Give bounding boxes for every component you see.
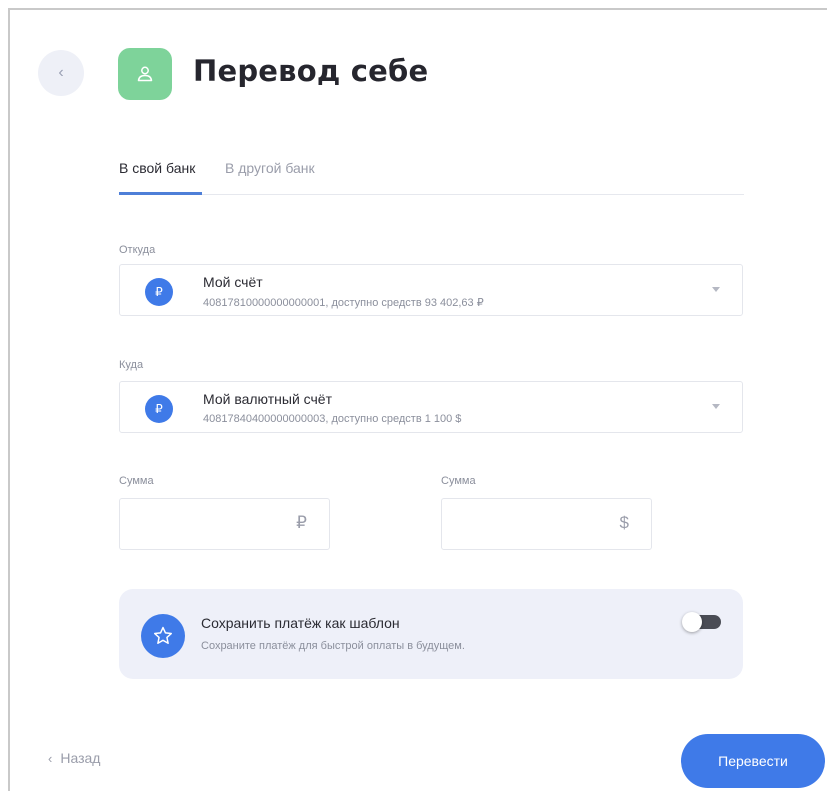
tab-own-bank[interactable]: В свой банк: [119, 160, 195, 176]
active-tab-indicator: [119, 192, 202, 195]
chevron-down-icon: [712, 287, 720, 292]
from-label: Откуда: [119, 244, 156, 256]
back-link-label: Назад: [60, 750, 101, 766]
chevron-down-icon: [712, 404, 720, 409]
tab-bar: В свой банк В другой банк: [119, 158, 744, 195]
toggle-knob: [682, 612, 702, 632]
to-label: Куда: [119, 359, 144, 371]
amount-rub-label: Сумма: [119, 475, 154, 487]
to-account-detail: 40817840400000000003, доступно средств 1…: [203, 413, 462, 425]
to-account-select[interactable]: ₽ Мой валютный счёт 40817840400000000003…: [119, 381, 743, 433]
app-window: ‹ Перевод себе В свой банк В другой банк…: [8, 8, 827, 791]
page-title: Перевод себе: [193, 54, 429, 88]
back-link[interactable]: ‹ Назад: [48, 750, 100, 766]
dollar-sign: $: [619, 513, 629, 532]
tab-other-bank[interactable]: В другой банк: [225, 160, 315, 176]
amount-rub-input[interactable]: ₽: [119, 498, 330, 550]
star-icon: [154, 626, 172, 644]
star-badge: [141, 614, 185, 658]
ruble-account-icon: ₽: [145, 278, 173, 306]
amount-usd-input[interactable]: $: [441, 498, 652, 550]
save-template-title: Сохранить платёж как шаблон: [201, 615, 400, 631]
title-badge: [118, 48, 172, 100]
chevron-left-icon: ‹: [58, 64, 64, 81]
chevron-left-icon: ‹: [48, 751, 53, 766]
from-account-name: Мой счёт: [203, 274, 263, 290]
ruble-sign: ₽: [296, 513, 307, 532]
back-circle-button[interactable]: ‹: [38, 50, 84, 96]
save-template-toggle[interactable]: [682, 612, 721, 632]
save-template-card: Сохранить платёж как шаблон Сохраните пл…: [119, 589, 743, 679]
from-account-detail: 40817810000000000001, доступно средств 9…: [203, 297, 484, 309]
from-account-select[interactable]: ₽ Мой счёт 40817810000000000001, доступн…: [119, 264, 743, 316]
transfer-button[interactable]: Перевести: [681, 734, 825, 788]
save-template-subtitle: Сохраните платёж для быстрой оплаты в бу…: [201, 640, 465, 652]
ruble-account-icon: ₽: [145, 395, 173, 423]
person-icon: [137, 66, 153, 82]
to-account-name: Мой валютный счёт: [203, 391, 332, 407]
amount-usd-label: Сумма: [441, 475, 476, 487]
